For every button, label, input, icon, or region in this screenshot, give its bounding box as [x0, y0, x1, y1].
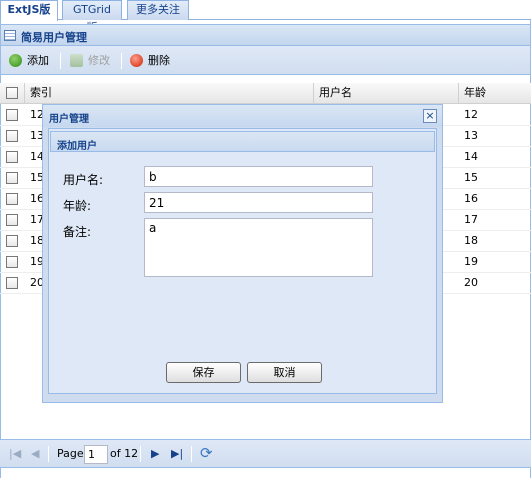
toolbar-separator [60, 53, 61, 69]
first-page-icon[interactable]: |◀ [9, 447, 21, 460]
age-field[interactable] [144, 192, 373, 213]
panel-header: 简易用户管理 [1, 24, 530, 46]
row-checkbox[interactable] [6, 109, 18, 121]
toolbar: 添加 修改 删除 [1, 46, 530, 75]
row-checkbox[interactable] [6, 193, 18, 205]
row-checkbox[interactable] [6, 235, 18, 247]
username-field[interactable] [144, 166, 373, 187]
toolbar-separator [140, 446, 141, 462]
select-all-cell [0, 83, 25, 104]
toolbar-separator [48, 446, 49, 462]
panel-title: 简易用户管理 [21, 31, 87, 44]
cell-age: 18 [464, 234, 478, 247]
row-checkbox[interactable] [6, 151, 18, 163]
row-checkbox[interactable] [6, 214, 18, 226]
grid-icon [4, 30, 16, 41]
grid-header: 索引 用户名 年龄 [0, 83, 531, 104]
age-label: 年龄: [63, 199, 92, 213]
save-button[interactable]: 保存 [166, 362, 241, 383]
page-number-input[interactable] [84, 445, 108, 464]
dialog-title-bar[interactable]: 用户管理 × [43, 105, 442, 127]
row-checkbox[interactable] [6, 130, 18, 142]
cell-age: 13 [464, 129, 478, 142]
fieldset-header: 添加用户 [50, 131, 435, 152]
row-checkbox[interactable] [6, 256, 18, 268]
user-dialog: 用户管理 × 添加用户 用户名: 年龄: 备注: a 保存 取消 [42, 104, 443, 403]
cancel-button[interactable]: 取消 [247, 362, 322, 383]
page-label: Page [57, 447, 84, 460]
page-count: of 12 [110, 447, 139, 460]
cell-age: 16 [464, 192, 478, 205]
close-icon[interactable]: × [423, 109, 437, 123]
dialog-title: 用户管理 [49, 114, 89, 125]
row-checkbox[interactable] [6, 277, 18, 289]
column-header-age[interactable]: 年龄 [459, 83, 531, 104]
toolbar-separator [121, 53, 122, 69]
cell-age: 17 [464, 213, 478, 226]
column-header-username[interactable]: 用户名 [314, 83, 459, 104]
username-label: 用户名: [63, 173, 104, 187]
cell-age: 12 [464, 108, 478, 121]
last-page-icon[interactable]: ▶| [171, 447, 183, 460]
cell-age: 14 [464, 150, 478, 163]
tab-extjs[interactable]: ExtJS版 [0, 0, 58, 21]
paging-toolbar: |◀ ◀ Page of 12 ▶ ▶| ⟳ [0, 439, 531, 468]
select-all-checkbox[interactable] [6, 87, 18, 99]
remark-label: 备注: [63, 225, 92, 239]
tab-bar: ExtJS版 GTGrid版 更多关注 [0, 0, 531, 34]
toolbar-separator [191, 446, 192, 462]
tab-more[interactable]: 更多关注 [127, 0, 189, 20]
add-icon [9, 54, 22, 67]
dialog-body: 添加用户 用户名: 年龄: 备注: a 保存 取消 [48, 128, 437, 394]
edit-icon [70, 54, 83, 67]
cell-age: 20 [464, 276, 478, 289]
next-page-icon[interactable]: ▶ [151, 447, 159, 460]
refresh-icon[interactable]: ⟳ [200, 444, 213, 462]
delete-icon [130, 54, 143, 67]
column-header-index[interactable]: 索引 [25, 83, 314, 104]
cell-age: 19 [464, 255, 478, 268]
prev-page-icon[interactable]: ◀ [31, 447, 39, 460]
fieldset-title: 添加用户 [57, 141, 97, 152]
remark-field[interactable]: a [144, 218, 373, 277]
cell-age: 15 [464, 171, 478, 184]
tab-gtgrid[interactable]: GTGrid版 [62, 0, 122, 34]
row-checkbox[interactable] [6, 172, 18, 184]
